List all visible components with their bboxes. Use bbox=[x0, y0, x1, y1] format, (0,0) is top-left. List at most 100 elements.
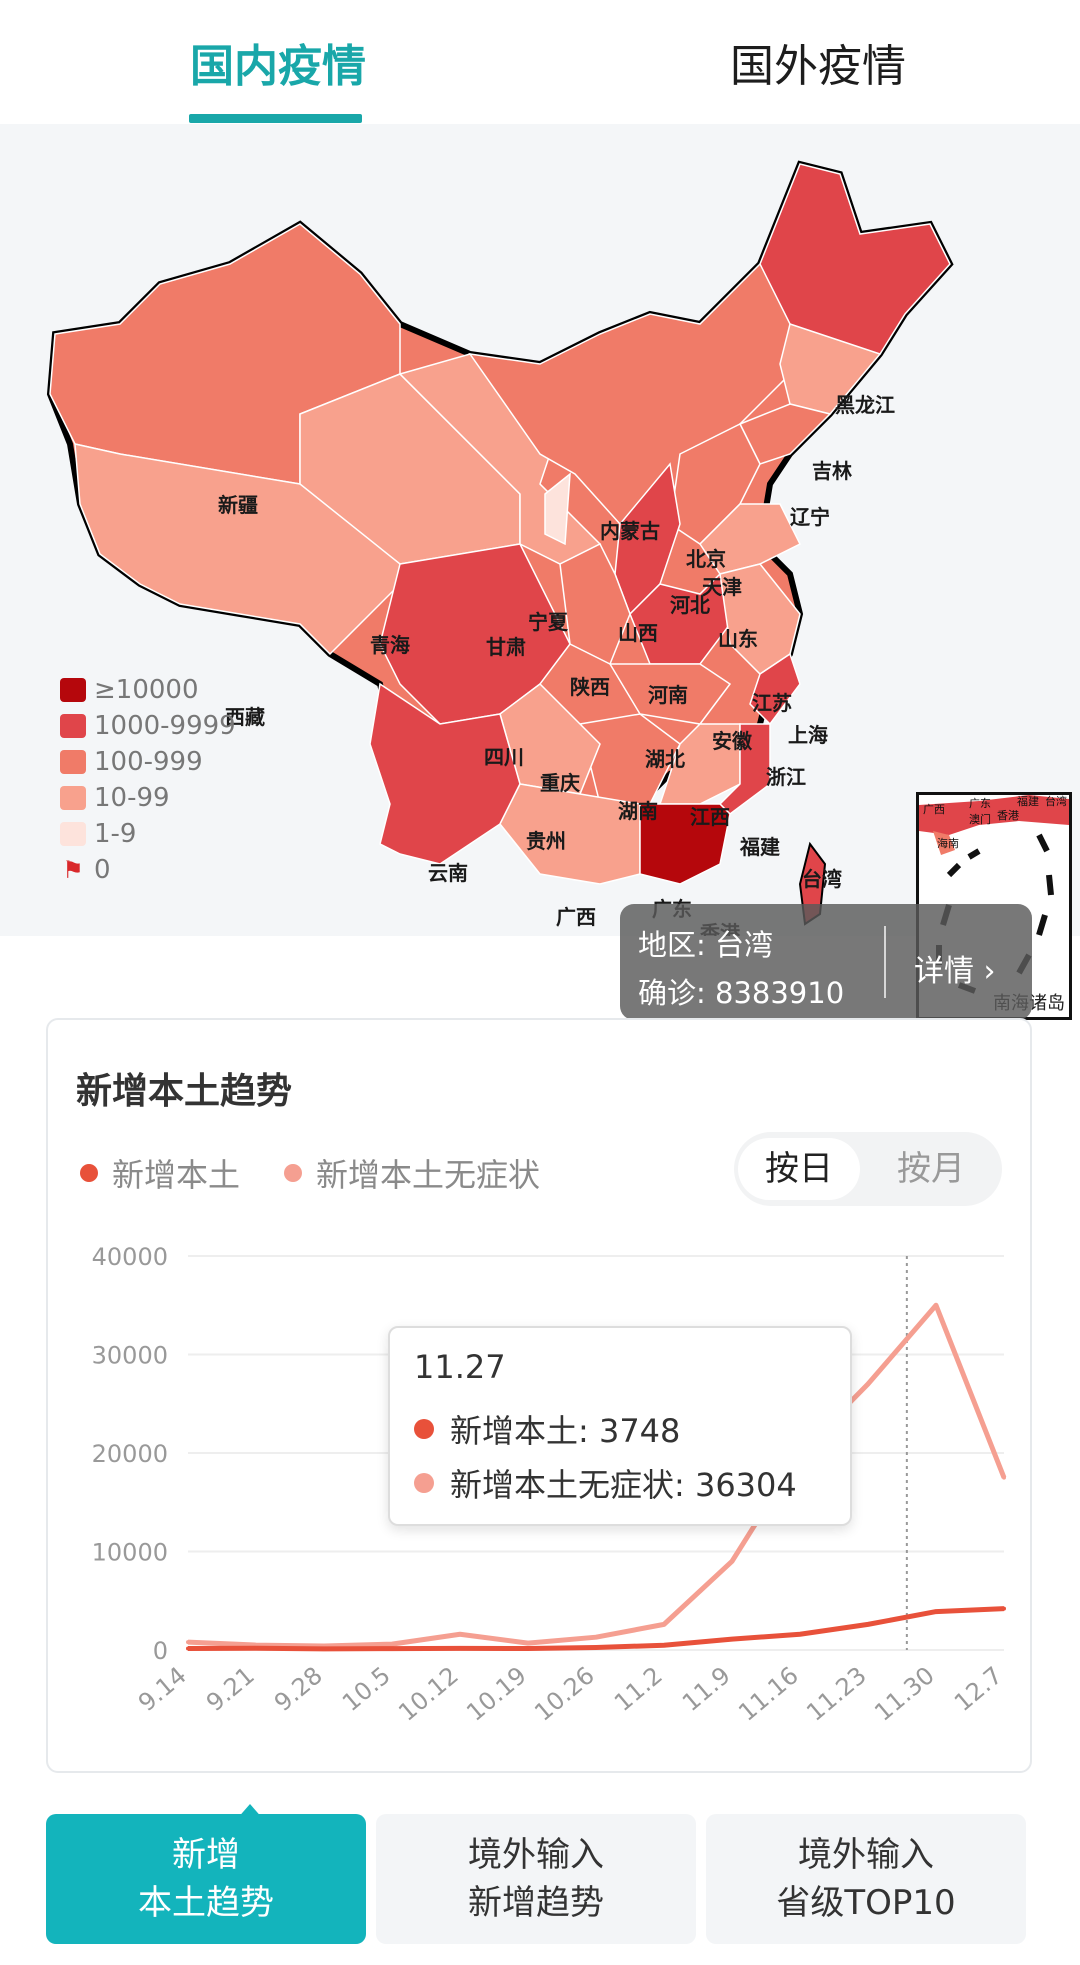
label-sichuan: 四川 bbox=[484, 745, 524, 769]
tab-domestic[interactable]: 国内疫情 bbox=[190, 30, 366, 94]
legend-swatch bbox=[60, 678, 86, 702]
bottom-tab-bar: 新增 本土趋势 境外输入 新增趋势 境外输入 省级TOP10 bbox=[0, 1804, 1080, 1965]
data-point[interactable] bbox=[458, 1646, 462, 1651]
label-jilin: 吉林 bbox=[812, 459, 852, 483]
data-point[interactable] bbox=[934, 1609, 938, 1614]
data-point[interactable] bbox=[390, 1646, 394, 1651]
legend-swatch bbox=[60, 822, 86, 846]
label-qinghai: 青海 bbox=[370, 633, 410, 657]
y-tick-label: 10000 bbox=[92, 1539, 168, 1567]
legend-item[interactable]: ⚑ 0 bbox=[60, 852, 236, 888]
data-point[interactable] bbox=[730, 1637, 734, 1642]
x-tick-label: 10.12 bbox=[393, 1661, 464, 1727]
legend-swatch bbox=[60, 750, 86, 774]
map-tooltip[interactable]: 地区: 台湾 确诊: 8383910 详情 › bbox=[620, 904, 1032, 1020]
data-point[interactable] bbox=[254, 1646, 258, 1651]
label-guangxi: 广西 bbox=[556, 905, 596, 929]
data-point[interactable] bbox=[866, 1622, 870, 1627]
label-jiangxi: 江西 bbox=[690, 805, 730, 829]
series-local-line[interactable] bbox=[187, 1606, 1005, 1652]
data-point[interactable] bbox=[866, 1382, 870, 1387]
legend-swatch bbox=[60, 786, 86, 810]
label-hubei: 湖北 bbox=[645, 747, 685, 771]
data-point[interactable] bbox=[934, 1303, 938, 1308]
label-shaanxi: 陕西 bbox=[570, 675, 610, 699]
label-guizhou: 贵州 bbox=[526, 829, 566, 853]
x-tick-label: 10.19 bbox=[461, 1661, 532, 1727]
active-arrow bbox=[236, 1804, 264, 1820]
tab-overseas[interactable]: 国外疫情 bbox=[730, 30, 906, 94]
label-zhejiang: 浙江 bbox=[766, 765, 806, 789]
label-taiwan: 台湾 bbox=[802, 867, 842, 891]
data-point[interactable] bbox=[1002, 1475, 1006, 1480]
btn-line2: 本土趋势 bbox=[138, 1883, 274, 1923]
btn-local-trend[interactable]: 新增 本土趋势 bbox=[46, 1804, 366, 1944]
legend-item[interactable]: 100-999 bbox=[60, 744, 236, 780]
label-heilongjiang: 黑龙江 bbox=[835, 393, 895, 417]
data-point[interactable] bbox=[390, 1642, 394, 1647]
data-point[interactable] bbox=[662, 1643, 666, 1648]
y-tick-label: 0 bbox=[153, 1637, 168, 1665]
data-point[interactable] bbox=[798, 1632, 802, 1637]
label-hunan: 湖南 bbox=[618, 799, 658, 823]
data-point[interactable] bbox=[458, 1632, 462, 1637]
x-tick-label: 11.2 bbox=[609, 1661, 668, 1717]
legend-item[interactable]: 1-9 bbox=[60, 816, 236, 852]
x-tick-label: 11.23 bbox=[801, 1661, 872, 1727]
btn-imported-top10[interactable]: 境外输入 省级TOP10 bbox=[706, 1814, 1026, 1944]
label-ningxia: 宁夏 bbox=[528, 610, 569, 634]
label-shanghai: 上海 bbox=[788, 723, 828, 747]
inset-place: 香港 bbox=[997, 809, 1019, 822]
x-tick-label: 10.5 bbox=[337, 1661, 396, 1717]
data-point[interactable] bbox=[1002, 1606, 1006, 1611]
legend-label: 1-9 bbox=[94, 819, 137, 849]
legend-label: 10-99 bbox=[94, 783, 170, 813]
data-point[interactable] bbox=[594, 1645, 598, 1650]
legend-item[interactable]: 10-99 bbox=[60, 780, 236, 816]
data-point[interactable] bbox=[526, 1641, 530, 1646]
x-tick-label: 9.28 bbox=[269, 1661, 328, 1717]
legend-item[interactable]: ≥10000 bbox=[60, 672, 236, 708]
label-henan: 河南 bbox=[648, 683, 688, 707]
tooltip-divider bbox=[884, 926, 886, 998]
data-point[interactable] bbox=[730, 1559, 734, 1564]
label-hebei: 河北 bbox=[670, 593, 710, 617]
legend-item[interactable]: 1000-9999 bbox=[60, 708, 236, 744]
tooltip-region: 地区: 台湾 bbox=[638, 928, 773, 962]
inset-place: 福建 bbox=[1017, 795, 1039, 808]
x-tick-label: 9.21 bbox=[201, 1661, 260, 1717]
tooltip-local: 新增本土: 3748 bbox=[450, 1412, 681, 1450]
btn-line2: 省级TOP10 bbox=[776, 1883, 956, 1923]
flag-icon: ⚑ bbox=[62, 856, 84, 884]
data-point[interactable] bbox=[186, 1640, 190, 1645]
inset-place: 台湾 bbox=[1045, 795, 1067, 808]
data-point[interactable] bbox=[526, 1646, 530, 1651]
x-tick-label: 11.16 bbox=[733, 1661, 804, 1727]
x-tick-label: 10.26 bbox=[529, 1661, 600, 1727]
label-anhui: 安徽 bbox=[712, 729, 753, 753]
inset-place: 广西 bbox=[923, 803, 945, 816]
legend-label: 1000-9999 bbox=[94, 711, 236, 741]
btn-imported-trend[interactable]: 境外输入 新增趋势 bbox=[376, 1814, 696, 1944]
detail-link[interactable]: 详情 › bbox=[914, 946, 996, 990]
data-point[interactable] bbox=[594, 1635, 598, 1640]
china-map[interactable]: 新疆 西藏 青海 甘肃 宁夏 内蒙古 黑龙江 吉林 辽宁 北京 天津 河北 山西… bbox=[0, 124, 1080, 1020]
data-point[interactable] bbox=[662, 1622, 666, 1627]
label-xinjiang: 新疆 bbox=[218, 493, 258, 517]
btn-line1: 境外输入 bbox=[468, 1835, 604, 1875]
label-fujian: 福建 bbox=[739, 835, 780, 859]
data-point[interactable] bbox=[186, 1646, 190, 1651]
tooltip-dot bbox=[414, 1473, 434, 1493]
label-shandong: 山东 bbox=[718, 627, 758, 651]
inset-place: 广东 bbox=[969, 797, 991, 810]
y-tick-label: 20000 bbox=[92, 1440, 168, 1468]
data-point[interactable] bbox=[322, 1646, 326, 1651]
y-tick-label: 30000 bbox=[92, 1342, 168, 1370]
x-tick-label: 9.14 bbox=[133, 1661, 192, 1717]
inset-place: 澳门 bbox=[969, 812, 991, 826]
legend-label: 0 bbox=[94, 855, 111, 885]
tooltip-asym: 新增本土无症状: 36304 bbox=[450, 1466, 797, 1504]
label-gansu: 甘肃 bbox=[486, 635, 526, 659]
legend-label: 100-999 bbox=[94, 747, 203, 777]
tooltip-confirmed: 确诊: 8383910 bbox=[638, 976, 845, 1010]
